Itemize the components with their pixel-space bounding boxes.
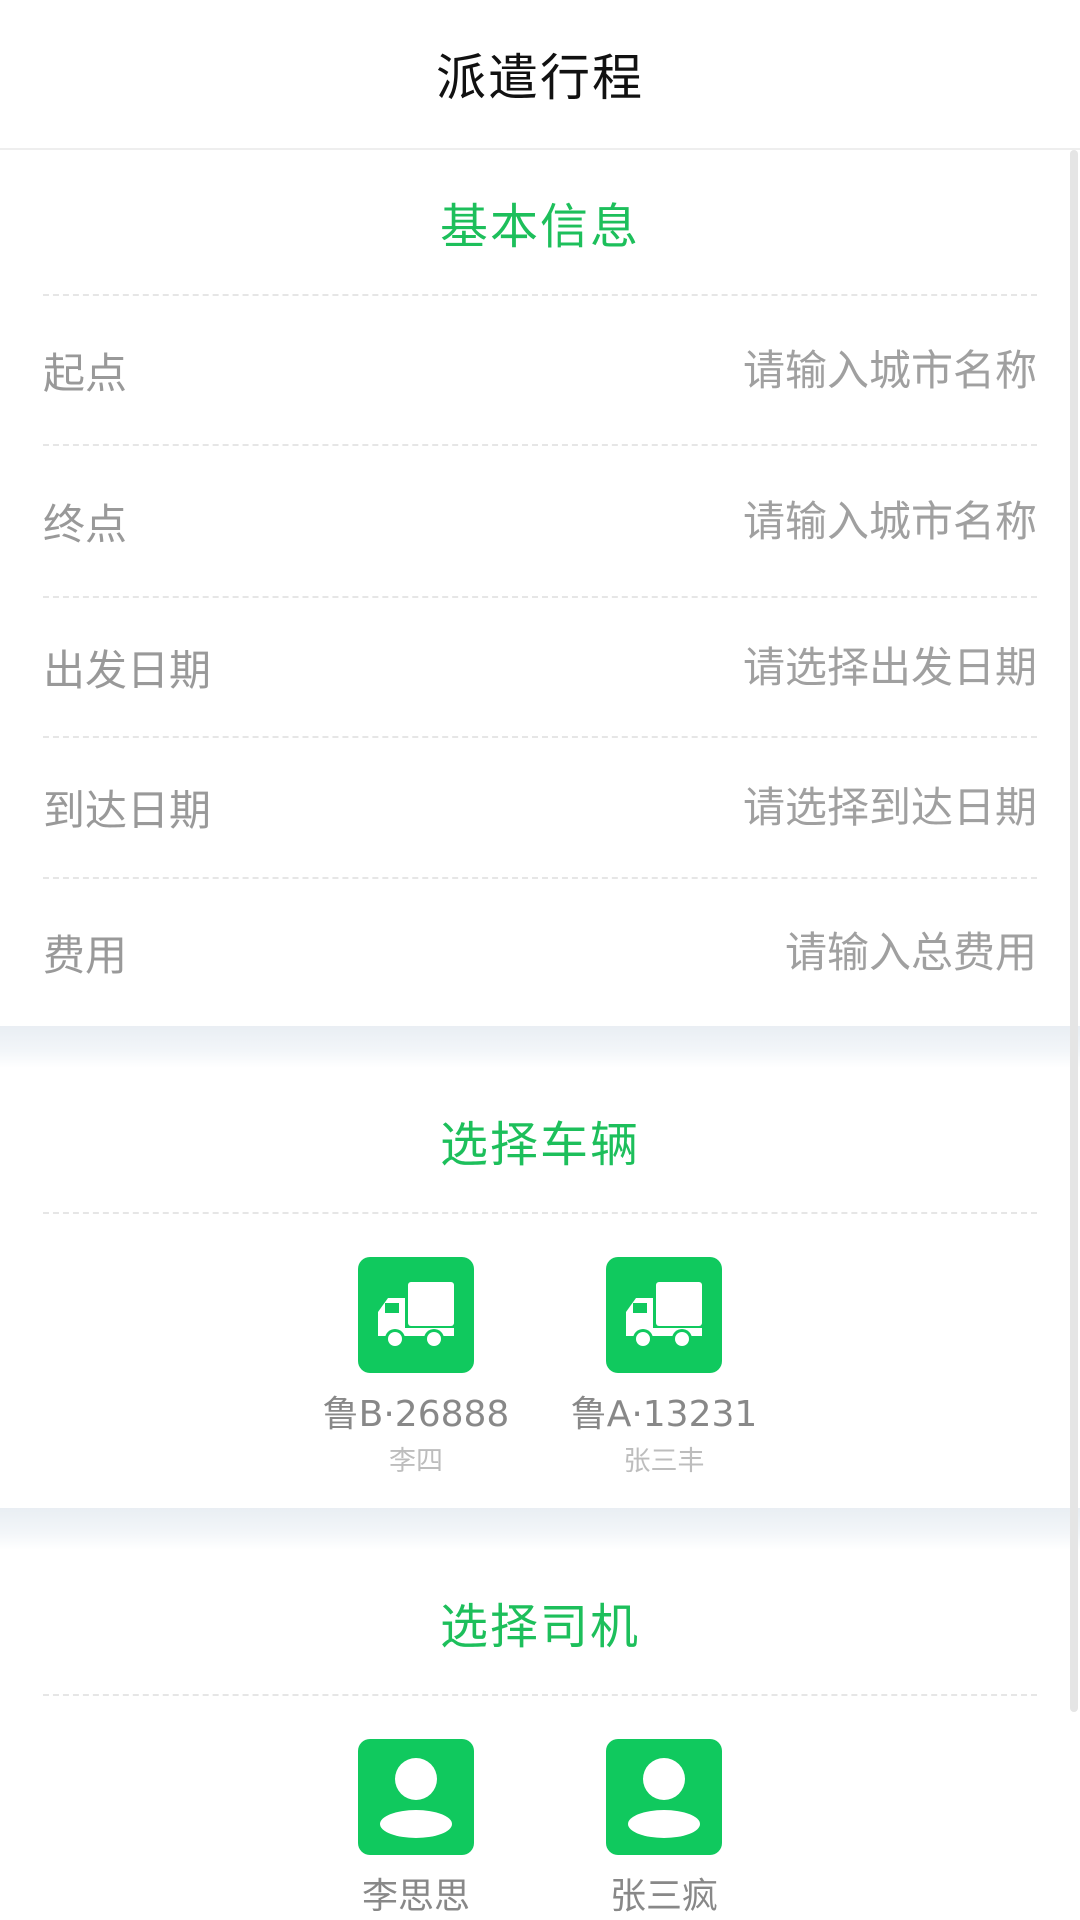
destination-label: 终点: [43, 499, 128, 549]
driver-item[interactable]: 张三疯: [569, 1739, 759, 1919]
origin-input[interactable]: [477, 345, 1037, 395]
section-gap: [0, 1026, 1080, 1068]
vehicle-driver: 张三丰: [623, 1446, 705, 1477]
departure-date-row[interactable]: 出发日期: [0, 598, 1080, 736]
destination-row[interactable]: 终点: [0, 446, 1080, 596]
truck-icon: [606, 1257, 722, 1373]
truck-icon: [358, 1257, 474, 1373]
vehicle-section: 选择车辆 鲁B·26888 李四 鲁A·13231 张三丰: [0, 1068, 1080, 1508]
cost-input[interactable]: [477, 928, 1037, 977]
person-icon: [606, 1739, 722, 1855]
cost-row[interactable]: 费用: [0, 879, 1080, 1026]
vehicle-plate: 鲁A·13231: [570, 1394, 758, 1435]
vehicle-section-title: 选择车辆: [439, 1117, 640, 1173]
driver-name: 张三疯: [609, 1876, 718, 1917]
basic-info-section: 基本信息 起点 终点 出发日期 到达日期 费用: [0, 150, 1080, 1026]
basic-info-title: 基本信息: [439, 199, 640, 255]
driver-name: 李思思: [361, 1876, 470, 1917]
driver-section-title: 选择司机: [439, 1599, 640, 1655]
dispatch-trip-page: 派遣行程 基本信息 起点 终点 出发日期 到达日期 费用: [0, 0, 1080, 1920]
page-title: 派遣行程: [436, 49, 644, 107]
vehicle-item[interactable]: 鲁B·26888 李四: [321, 1257, 511, 1478]
destination-input[interactable]: [477, 496, 1037, 546]
driver-list: 李思思 张三疯: [0, 1696, 1080, 1919]
nav-header: 派遣行程: [0, 0, 1080, 150]
arrival-date-label: 到达日期: [43, 786, 212, 835]
section-gap: [0, 1508, 1080, 1550]
vehicle-driver: 李四: [389, 1446, 443, 1477]
driver-section: 选择司机 李思思 张三疯: [0, 1550, 1080, 1919]
vehicle-plate: 鲁B·26888: [322, 1394, 510, 1435]
cost-label: 费用: [43, 931, 128, 980]
departure-date-input[interactable]: [477, 642, 1037, 692]
departure-date-label: 出发日期: [43, 645, 212, 695]
origin-label: 起点: [43, 348, 128, 398]
driver-item[interactable]: 李思思: [321, 1739, 511, 1919]
vehicle-item[interactable]: 鲁A·13231 张三丰: [569, 1257, 759, 1478]
origin-row[interactable]: 起点: [0, 296, 1080, 444]
person-icon: [358, 1739, 474, 1855]
arrival-date-row[interactable]: 到达日期: [0, 738, 1080, 877]
vehicle-list: 鲁B·26888 李四 鲁A·13231 张三丰: [0, 1214, 1080, 1478]
scrollbar[interactable]: [1070, 150, 1078, 1712]
arrival-date-input[interactable]: [477, 783, 1037, 832]
